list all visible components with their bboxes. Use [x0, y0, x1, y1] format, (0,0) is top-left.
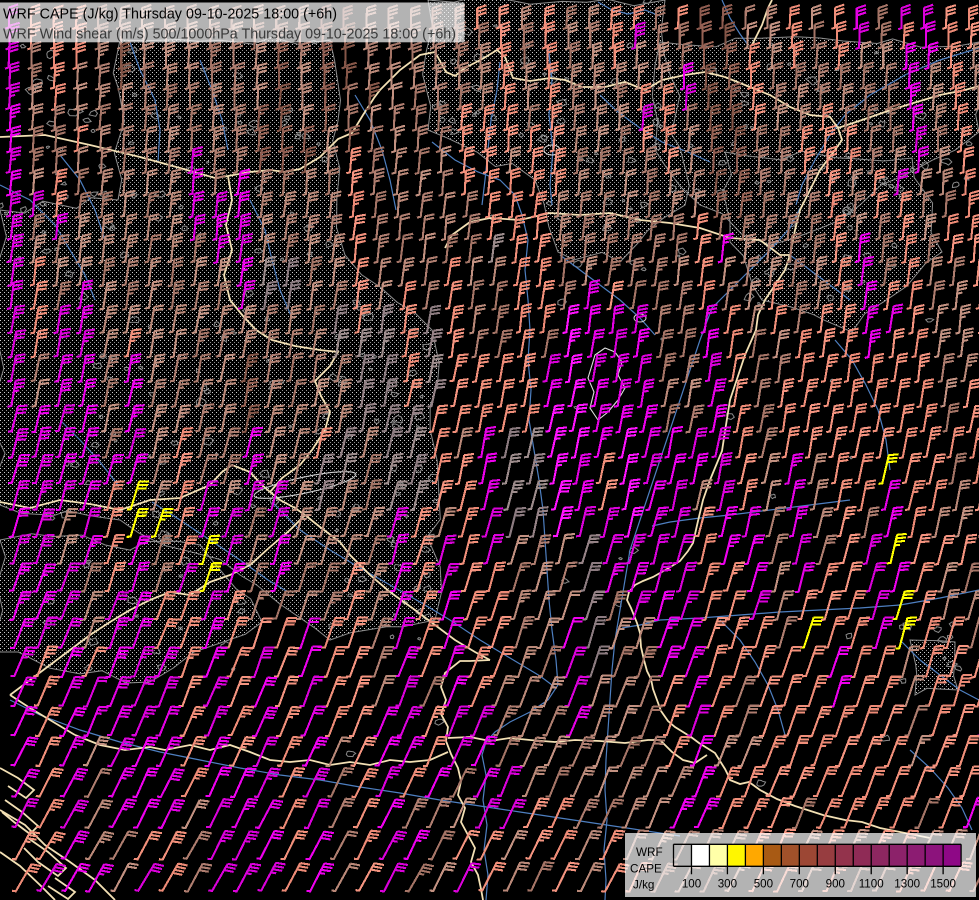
svg-text:300: 300 [718, 878, 737, 891]
svg-text:700: 700 [790, 878, 809, 891]
svg-text:500: 500 [754, 878, 773, 891]
svg-text:1100: 1100 [859, 878, 884, 891]
svg-text:CAPE: CAPE [630, 863, 662, 876]
svg-text:900: 900 [826, 878, 845, 891]
svg-text:1300: 1300 [894, 878, 920, 891]
svg-text:J/kg: J/kg [633, 879, 654, 892]
svg-text:100: 100 [682, 878, 701, 891]
svg-text:WRF Wind shear (m/s) 500/1000h: WRF Wind shear (m/s) 500/1000hPa Thursda… [3, 27, 456, 43]
svg-text:WRF CAPE (J/kg) Thursday 09-10: WRF CAPE (J/kg) Thursday 09-10-2025 18:0… [3, 7, 337, 23]
svg-text:WRF: WRF [636, 846, 663, 859]
svg-text:1500: 1500 [930, 878, 956, 891]
